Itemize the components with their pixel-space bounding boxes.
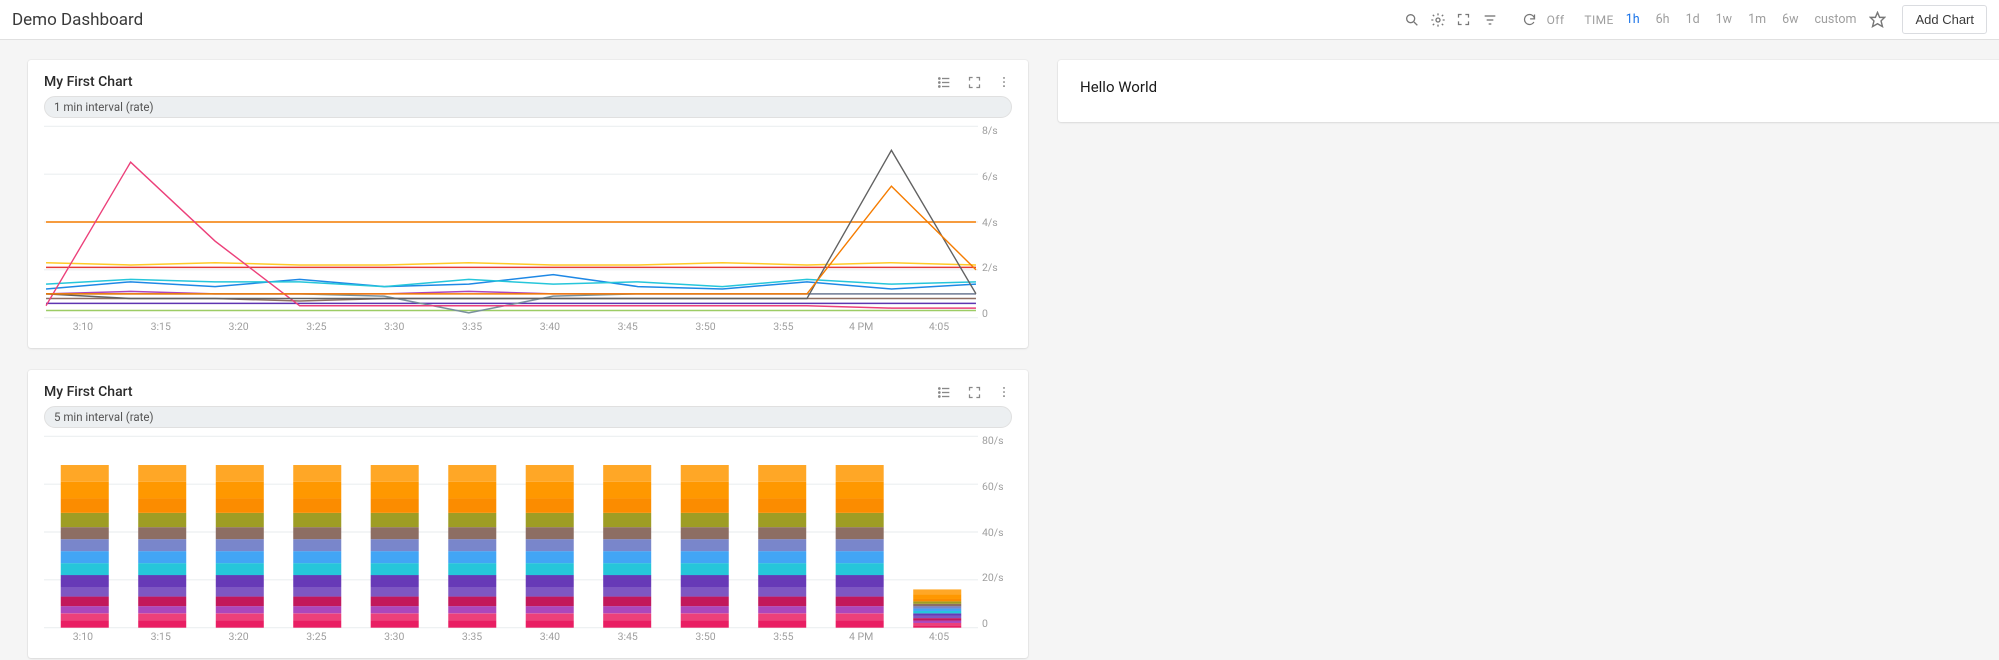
more-icon[interactable]	[996, 384, 1012, 400]
x-tick: 3:20	[200, 320, 278, 340]
add-chart-button[interactable]: Add Chart	[1902, 5, 1987, 34]
legend-icon[interactable]	[936, 384, 952, 400]
text-panel-body: Hello World	[1080, 78, 1999, 96]
y-tick: 8/s	[982, 124, 998, 137]
text-panel: Hello World	[1058, 60, 1999, 122]
time-opt-1w[interactable]: 1w	[1712, 10, 1736, 29]
toolbar: Off TIME 1h 6h 1d 1w 1m 6w custom Add Ch…	[1403, 5, 1987, 34]
y-tick: 0	[982, 617, 988, 630]
y-tick: 6/s	[982, 170, 998, 183]
more-icon[interactable]	[996, 74, 1012, 90]
bar-chart-xaxis: 3:103:153:203:253:303:353:403:453:503:55…	[44, 630, 1012, 650]
x-tick: 3:25	[277, 320, 355, 340]
time-opt-1d[interactable]: 1d	[1682, 10, 1704, 29]
expand-icon[interactable]	[966, 384, 982, 400]
x-tick: 3:45	[589, 630, 667, 650]
x-tick: 3:50	[667, 320, 745, 340]
x-tick: 3:30	[355, 630, 433, 650]
chart-card-1: My First Chart 1 min interval (rate) 8/s…	[28, 60, 1028, 348]
chart-badge: 5 min interval (rate)	[44, 406, 1012, 428]
workspace: My First Chart 1 min interval (rate) 8/s…	[0, 40, 1999, 660]
time-opt-1h[interactable]: 1h	[1622, 10, 1644, 29]
header: Demo Dashboard Off TIME 1h 6h 1d 1w 1m 6…	[0, 0, 1999, 40]
x-tick: 3:45	[589, 320, 667, 340]
x-tick: 4:05	[900, 630, 978, 650]
x-tick: 3:35	[433, 630, 511, 650]
y-tick: 60/s	[982, 480, 1004, 493]
y-tick: 80/s	[982, 434, 1004, 447]
chart-title: My First Chart	[44, 74, 133, 90]
time-opt-6w[interactable]: 6w	[1778, 10, 1802, 29]
refresh-state[interactable]: Off	[1547, 13, 1565, 27]
dashboard-title: Demo Dashboard	[12, 10, 143, 30]
line-chart-xaxis: 3:103:153:203:253:303:353:403:453:503:55…	[44, 320, 1012, 340]
x-tick: 3:30	[355, 320, 433, 340]
search-icon[interactable]	[1403, 11, 1421, 29]
x-tick: 4 PM	[822, 320, 900, 340]
bar-chart-yaxis: 80/s 60/s 40/s 20/s 0	[978, 434, 1012, 630]
x-tick: 3:15	[122, 320, 200, 340]
x-tick: 4:05	[900, 320, 978, 340]
filter-icon[interactable]	[1481, 11, 1499, 29]
x-tick: 3:50	[667, 630, 745, 650]
time-opt-6h[interactable]: 6h	[1652, 10, 1674, 29]
expand-icon[interactable]	[966, 74, 982, 90]
time-label: TIME	[1584, 13, 1613, 27]
x-tick: 3:15	[122, 630, 200, 650]
refresh-icon[interactable]	[1521, 11, 1539, 29]
line-chart-yaxis: 8/s 6/s 4/s 2/s 0	[978, 124, 1012, 320]
bar-chart-plot	[44, 434, 978, 630]
time-opt-custom[interactable]: custom	[1811, 10, 1861, 29]
x-tick: 4 PM	[822, 630, 900, 650]
chart-title: My First Chart	[44, 384, 133, 400]
x-tick: 3:40	[511, 630, 589, 650]
x-tick: 3:20	[200, 630, 278, 650]
chart-card-2: My First Chart 5 min interval (rate) 80/…	[28, 370, 1028, 658]
y-tick: 0	[982, 307, 988, 320]
x-tick: 3:10	[44, 320, 122, 340]
star-icon[interactable]	[1868, 11, 1886, 29]
legend-icon[interactable]	[936, 74, 952, 90]
x-tick: 3:40	[511, 320, 589, 340]
line-chart-plot	[44, 124, 978, 320]
x-tick: 3:25	[277, 630, 355, 650]
y-tick: 2/s	[982, 261, 998, 274]
fullscreen-icon[interactable]	[1455, 11, 1473, 29]
gear-icon[interactable]	[1429, 11, 1447, 29]
x-tick: 3:55	[744, 320, 822, 340]
time-opt-1m[interactable]: 1m	[1744, 10, 1770, 29]
y-tick: 40/s	[982, 526, 1004, 539]
y-tick: 20/s	[982, 571, 1004, 584]
x-tick: 3:55	[744, 630, 822, 650]
chart-badge: 1 min interval (rate)	[44, 96, 1012, 118]
y-tick: 4/s	[982, 216, 998, 229]
x-tick: 3:10	[44, 630, 122, 650]
x-tick: 3:35	[433, 320, 511, 340]
